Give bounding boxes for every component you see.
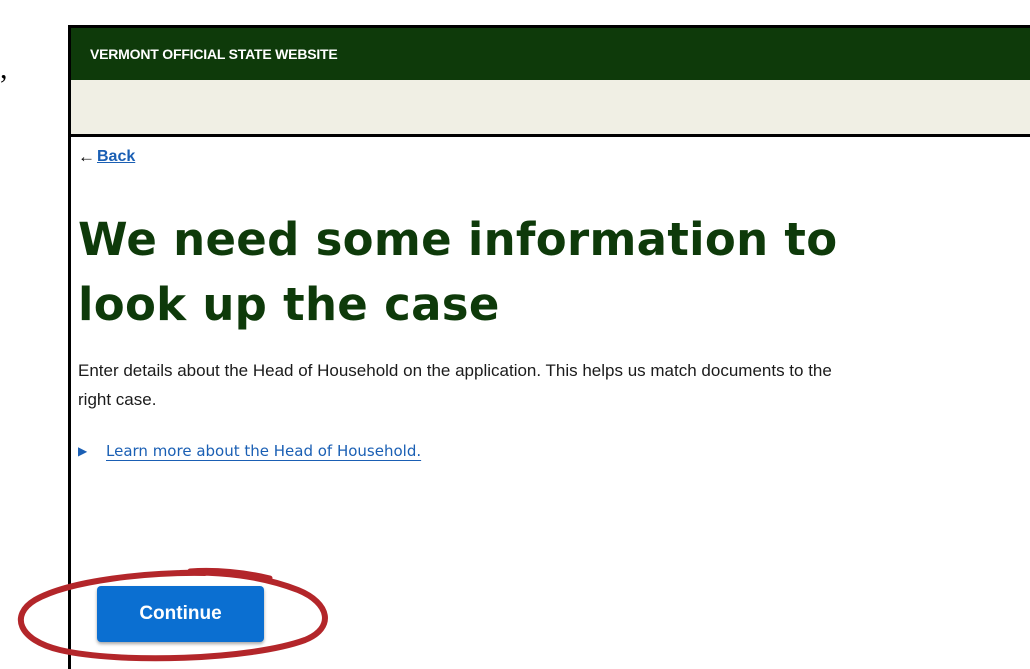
- continue-button[interactable]: Continue: [97, 586, 264, 642]
- page-title: We need some information to look up the …: [78, 213, 838, 331]
- continue-button-label: Continue: [139, 603, 222, 624]
- left-arrow-icon: ←: [78, 147, 95, 166]
- main-content: ← Back We need some information to look …: [78, 112, 858, 460]
- official-site-banner: VERMONT OFFICIAL STATE WEBSITE: [71, 28, 1030, 80]
- stray-comma-mark: ,: [0, 52, 8, 85]
- disclosure-label: Learn more about the Head of Household.: [106, 442, 422, 460]
- back-link[interactable]: ← Back: [78, 147, 135, 167]
- head-of-household-disclosure[interactable]: ▶ Learn more about the Head of Household…: [78, 442, 858, 460]
- triangle-right-icon: ▶: [78, 444, 88, 458]
- official-site-banner-label: VERMONT OFFICIAL STATE WEBSITE: [90, 46, 338, 62]
- back-link-label: Back: [97, 148, 136, 165]
- intro-paragraph: Enter details about the Head of Househol…: [78, 361, 832, 409]
